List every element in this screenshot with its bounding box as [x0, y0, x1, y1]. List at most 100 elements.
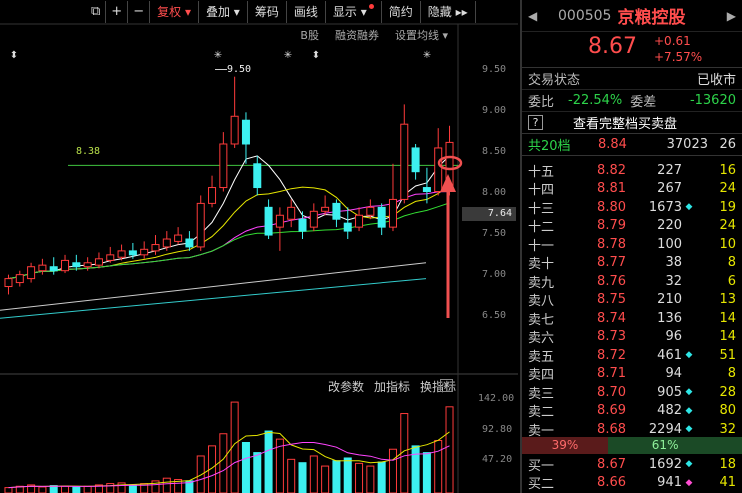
level-volume: 2294 [648, 421, 682, 437]
candle-body [208, 187, 217, 204]
ask-row[interactable]: 卖六 8.73 96 14 [522, 328, 742, 347]
candle-body [309, 210, 318, 228]
volume-bar [117, 482, 126, 493]
level-label: 卖八 [528, 294, 555, 310]
margin-link[interactable]: 融资融券 [335, 27, 379, 43]
level-label: 卖七 [528, 312, 555, 328]
candle-body [27, 266, 36, 280]
adjust-button[interactable]: 复权 ▾ [150, 1, 199, 23]
level-label: 卖九 [528, 275, 555, 291]
candle-body [219, 143, 228, 189]
b-share-link[interactable]: B股 [300, 27, 319, 43]
ask-list: 十五 8.82 227 16 十四 8.81 267 24 十三 8.80 1673 ◆ 19 十二 8.7… [522, 161, 742, 439]
volume-bar [72, 486, 81, 493]
volume-bar [27, 484, 36, 493]
order-ratio-row: 委比 -22.54% 委差 -13620 [522, 90, 742, 112]
level-volume: 461 [657, 347, 682, 363]
level-label: 买二 [528, 477, 555, 493]
next-stock-icon[interactable]: ▶ [720, 9, 742, 23]
volume-bar [377, 461, 386, 493]
trade-status-row: 交易状态 已收市 [522, 68, 742, 90]
level-price: 8.69 [597, 403, 626, 419]
bid-row[interactable]: 买一 8.67 1692 ◆ 18 [522, 455, 742, 474]
simple-button[interactable]: 简约 [382, 1, 421, 23]
ask-row[interactable]: 卖一 8.68 2294 ◆ 32 [522, 420, 742, 439]
overlay-button[interactable]: 叠加 ▾ [199, 1, 248, 23]
level-label: 卖五 [528, 349, 555, 365]
candle-body [287, 206, 296, 220]
volume-bar [434, 439, 443, 493]
ma-settings-link[interactable]: 设置均线 ▾ [395, 27, 448, 43]
ask-row[interactable]: 十三 8.80 1673 ◆ 19 [522, 198, 742, 217]
volume-bar [275, 438, 284, 493]
candle-body [94, 258, 103, 266]
zoom-out-icon[interactable]: − [128, 1, 151, 23]
draw-line-button[interactable]: 画线 [287, 1, 326, 23]
volume-bar [445, 406, 454, 493]
level-label: 卖六 [528, 331, 555, 347]
bid-row[interactable]: 买二 8.66 941 ◆ 41 [522, 474, 742, 493]
volume-bar [15, 485, 24, 493]
ask-row[interactable]: 卖五 8.72 461 ◆ 51 [522, 346, 742, 365]
edit-params-button[interactable]: 改参数 [328, 378, 364, 395]
hide-button[interactable]: 隐藏 ▸▸ [421, 1, 476, 23]
zoom-in-icon[interactable]: + [106, 1, 129, 23]
add-indicator-button[interactable]: 加指标 [374, 378, 410, 395]
ask-row[interactable]: 卖十 8.77 38 8 [522, 254, 742, 272]
level-volume: 1673 [648, 199, 682, 215]
volume-bar [174, 479, 183, 493]
volume-bar [162, 477, 171, 493]
level-volume: 96 [665, 329, 682, 345]
level-label: 卖一 [528, 423, 555, 439]
kline-chart-panel[interactable]: ⧉ + − 复权 ▾ 叠加 ▾ 筹码 画线 显示 ▾ 简约 隐藏 ▸▸ B股 融… [0, 0, 518, 493]
level-count: 16 [719, 162, 736, 178]
price-block: 8.67 +0.61 +7.57% [522, 32, 742, 68]
new-window-icon[interactable]: ⧉ [86, 1, 107, 23]
volume-bar [151, 480, 160, 493]
candle-body [411, 147, 420, 173]
candle-body [253, 163, 262, 189]
ask-row[interactable]: 卖四 8.71 94 8 [522, 365, 742, 383]
ask-row[interactable]: 卖三 8.70 905 ◆ 28 [522, 383, 742, 402]
level-label: 卖二 [528, 405, 555, 421]
level-volume: 100 [657, 236, 682, 252]
candle-body [377, 206, 386, 228]
ask-row[interactable]: 十五 8.82 227 16 [522, 161, 742, 180]
question-icon[interactable]: ? [528, 115, 543, 130]
ask-row[interactable]: 十二 8.79 220 24 [522, 217, 742, 235]
bid-list: 买一 8.67 1692 ◆ 18 买二 8.66 941 ◆ 41 [522, 455, 742, 493]
ask-row[interactable]: 卖八 8.75 210 13 [522, 291, 742, 310]
chips-button[interactable]: 筹码 [248, 1, 287, 23]
event-marker-icon: ⬍ [10, 50, 18, 61]
candlestick-chart[interactable]: ⬍ ✳ ✳ ⬍ ✳ [0, 0, 518, 493]
ask-row[interactable]: 卖七 8.74 136 14 [522, 309, 742, 328]
candle-body [355, 214, 364, 228]
ask-row[interactable]: 十一 8.78 100 10 [522, 235, 742, 254]
price-tick: 7.50 [482, 228, 507, 239]
ma60-line [0, 262, 427, 311]
prev-stock-icon[interactable]: ◀ [528, 9, 550, 23]
volume-bar [411, 445, 420, 493]
volume-bar [241, 442, 250, 493]
ask-row[interactable]: 卖二 8.69 482 ◆ 80 [522, 402, 742, 421]
level-label: 十一 [528, 238, 555, 254]
chart-toolbar: ⧉ + − 复权 ▾ 叠加 ▾ 筹码 画线 显示 ▾ 简约 隐藏 ▸▸ [86, 0, 476, 24]
volume-bar [343, 457, 352, 493]
order-marker-icon: ◆ [685, 477, 693, 488]
close-icon[interactable]: ✕ [440, 379, 453, 392]
volume-bar [49, 485, 58, 493]
ask-row[interactable]: 十四 8.81 267 24 [522, 180, 742, 198]
ask-row[interactable]: 卖九 8.76 32 6 [522, 272, 742, 291]
full-orderbook-link[interactable]: ? 查看完整档买卖盘 [522, 112, 742, 134]
level-count: 41 [719, 475, 736, 491]
vol-ma5-line [8, 431, 450, 489]
level-price: 8.82 [597, 162, 626, 178]
volume-bar [264, 430, 273, 493]
display-button[interactable]: 显示 ▾ [326, 1, 382, 23]
volume-bar [61, 485, 70, 493]
event-marker-icon: ✳ [284, 50, 292, 61]
stock-code: 000505 [558, 7, 612, 24]
level-volume: 220 [657, 218, 682, 234]
level-price: 8.78 [597, 236, 626, 252]
candle-body [72, 262, 81, 268]
